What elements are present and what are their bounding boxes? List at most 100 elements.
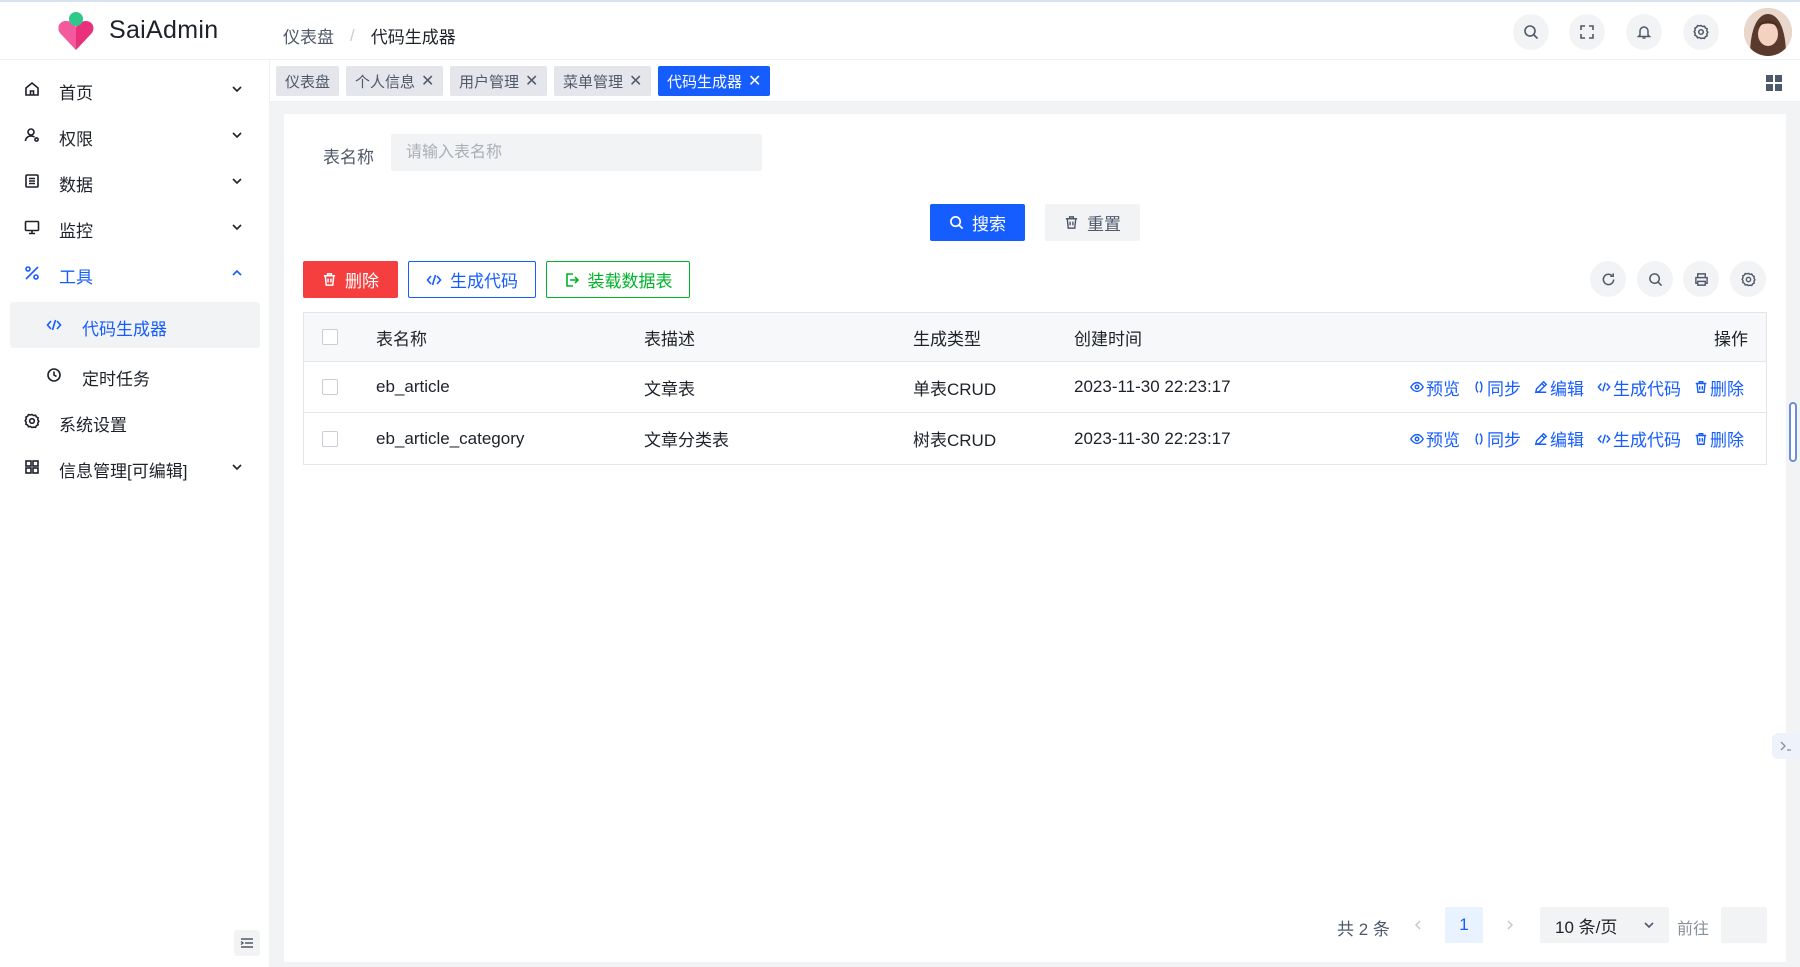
- header-settings-button[interactable]: [1683, 14, 1719, 50]
- table-search-toggle[interactable]: [1637, 261, 1673, 297]
- header-search-button[interactable]: [1513, 14, 1549, 50]
- pagination-goto-input[interactable]: [1721, 907, 1767, 943]
- print-icon: [1694, 272, 1708, 286]
- user-avatar[interactable]: [1744, 8, 1792, 56]
- refresh-button[interactable]: [1590, 261, 1626, 297]
- generate-code-button[interactable]: 生成代码: [408, 261, 536, 298]
- data-table: 表名称 表描述 生成类型 创建时间 操作 eb_article 文章表 单表CR…: [303, 312, 1767, 465]
- pagination-goto-label: 前往: [1677, 921, 1710, 938]
- delete-link[interactable]: 删除: [1694, 426, 1744, 451]
- close-icon[interactable]: ✕: [525, 71, 538, 91]
- header-fullscreen-button[interactable]: [1569, 14, 1605, 50]
- row-actions: 预览 同步 编辑 生成代码 删除: [1410, 413, 1744, 464]
- sidebar-item-label: 工具: [59, 268, 93, 287]
- preview-link[interactable]: 预览: [1410, 426, 1460, 451]
- search-button[interactable]: 搜索: [930, 204, 1025, 241]
- tab-user-management[interactable]: 用户管理 ✕: [450, 66, 548, 96]
- trash-icon: [323, 273, 336, 286]
- code-icon: [426, 274, 442, 285]
- table-name-input[interactable]: [391, 134, 762, 171]
- pagination-page-1[interactable]: 1: [1445, 907, 1483, 943]
- tabs-menu-icon[interactable]: [1765, 74, 1783, 92]
- tab-dashboard[interactable]: 仪表盘: [276, 66, 340, 96]
- load-table-button[interactable]: 装载数据表: [546, 261, 690, 298]
- code-icon: [1597, 433, 1611, 444]
- tab-menu-management[interactable]: 菜单管理 ✕: [554, 66, 652, 96]
- preview-link[interactable]: 预览: [1410, 375, 1460, 400]
- sidebar-item-label: 定时任务: [82, 370, 150, 389]
- row-checkbox[interactable]: [322, 430, 338, 447]
- sidebar-item-scheduled-tasks[interactable]: 定时任务: [0, 352, 270, 398]
- chevron-left-icon[interactable]: [1411, 918, 1425, 932]
- eye-icon: [1410, 381, 1424, 393]
- column-header-table-name[interactable]: 表名称: [376, 313, 427, 361]
- generate-code-link[interactable]: 生成代码: [1597, 426, 1681, 451]
- sidebar-item-code-generator[interactable]: 代码生成器: [10, 302, 260, 348]
- column-header-description[interactable]: 表描述: [644, 313, 695, 361]
- delete-label: 删除: [1710, 431, 1744, 450]
- main-card: [284, 114, 1786, 962]
- sync-link[interactable]: 同步: [1473, 426, 1521, 451]
- print-button[interactable]: [1683, 261, 1719, 297]
- cell-table-name: eb_article: [376, 377, 450, 396]
- sidebar-item-data[interactable]: 数据: [0, 158, 270, 204]
- load-table-label: 装载数据表: [587, 272, 673, 291]
- tab-profile[interactable]: 个人信息 ✕: [346, 66, 444, 96]
- edit-link[interactable]: 编辑: [1534, 426, 1584, 451]
- sidebar-item-monitor[interactable]: 监控: [0, 204, 270, 250]
- home-icon: [25, 81, 39, 96]
- sidebar-item-tools[interactable]: 工具: [0, 250, 270, 296]
- column-header-created[interactable]: 创建时间: [1074, 313, 1142, 361]
- sidebar-collapse-button[interactable]: [234, 930, 260, 956]
- sidebar-item-info-management[interactable]: 信息管理[可编辑]: [0, 444, 270, 490]
- search-icon: [950, 216, 964, 230]
- bell-icon: [1636, 26, 1652, 39]
- chevron-right-icon[interactable]: [1503, 918, 1517, 932]
- table-settings-button[interactable]: [1730, 261, 1766, 297]
- page-scrollbar[interactable]: [1789, 402, 1797, 462]
- edit-link[interactable]: 编辑: [1534, 375, 1584, 400]
- app-brand: SaiAdmin: [109, 16, 219, 44]
- bulk-delete-button[interactable]: 删除: [303, 261, 398, 298]
- trash-icon: [1695, 381, 1707, 393]
- generate-code-label: 生成代码: [1613, 431, 1681, 450]
- code-icon: [46, 319, 62, 331]
- delete-link[interactable]: 删除: [1694, 375, 1744, 400]
- sidebar-item-label: 代码生成器: [82, 320, 167, 339]
- sidebar-item-label: 信息管理[可编辑]: [59, 462, 188, 481]
- sync-link[interactable]: 同步: [1473, 375, 1521, 400]
- search-icon: [1524, 25, 1539, 40]
- chevron-down-icon: [1644, 922, 1654, 929]
- breadcrumb-item-dashboard[interactable]: 仪表盘: [283, 23, 334, 48]
- tab-label: 菜单管理: [563, 73, 624, 91]
- sidebar: 首页 权限 数据 监控 工具 代码生成器 定时任务 系统设置 信息管理[可编辑]: [0, 60, 270, 967]
- row-checkbox[interactable]: [322, 379, 338, 395]
- close-icon[interactable]: ✕: [421, 71, 434, 91]
- column-header-actions: 操作: [1714, 329, 1748, 349]
- sidebar-item-home[interactable]: 首页: [0, 66, 270, 112]
- chevron-down-icon: [232, 224, 242, 231]
- generate-code-link[interactable]: 生成代码: [1597, 375, 1681, 400]
- sync-icon: [1475, 432, 1483, 445]
- column-header-type[interactable]: 生成类型: [913, 313, 981, 361]
- select-all-checkbox[interactable]: [322, 329, 338, 345]
- sidebar-item-label: 首页: [59, 84, 93, 103]
- page-size-select[interactable]: 10 条/页: [1540, 907, 1669, 943]
- breadcrumb-separator: /: [350, 25, 355, 45]
- sidebar-item-label: 权限: [59, 130, 93, 149]
- close-icon[interactable]: ✕: [748, 71, 761, 91]
- sidebar-item-permission[interactable]: 权限: [0, 112, 270, 158]
- preview-label: 预览: [1426, 431, 1460, 450]
- top-header: SaiAdmin 仪表盘 / 代码生成器: [0, 0, 1800, 60]
- tab-code-generator[interactable]: 代码生成器 ✕: [658, 66, 771, 96]
- reset-button[interactable]: 重置: [1045, 204, 1140, 241]
- preview-label: 预览: [1426, 379, 1460, 399]
- close-icon[interactable]: ✕: [629, 71, 642, 91]
- chevron-down-icon: [232, 178, 242, 185]
- floating-tool-button[interactable]: [1772, 733, 1800, 759]
- header-notification-button[interactable]: [1626, 14, 1662, 50]
- saiadmin-logo: [58, 12, 94, 50]
- eye-icon: [1410, 433, 1424, 444]
- chevron-down-icon: [232, 86, 242, 93]
- sidebar-item-system-settings[interactable]: 系统设置: [0, 398, 270, 444]
